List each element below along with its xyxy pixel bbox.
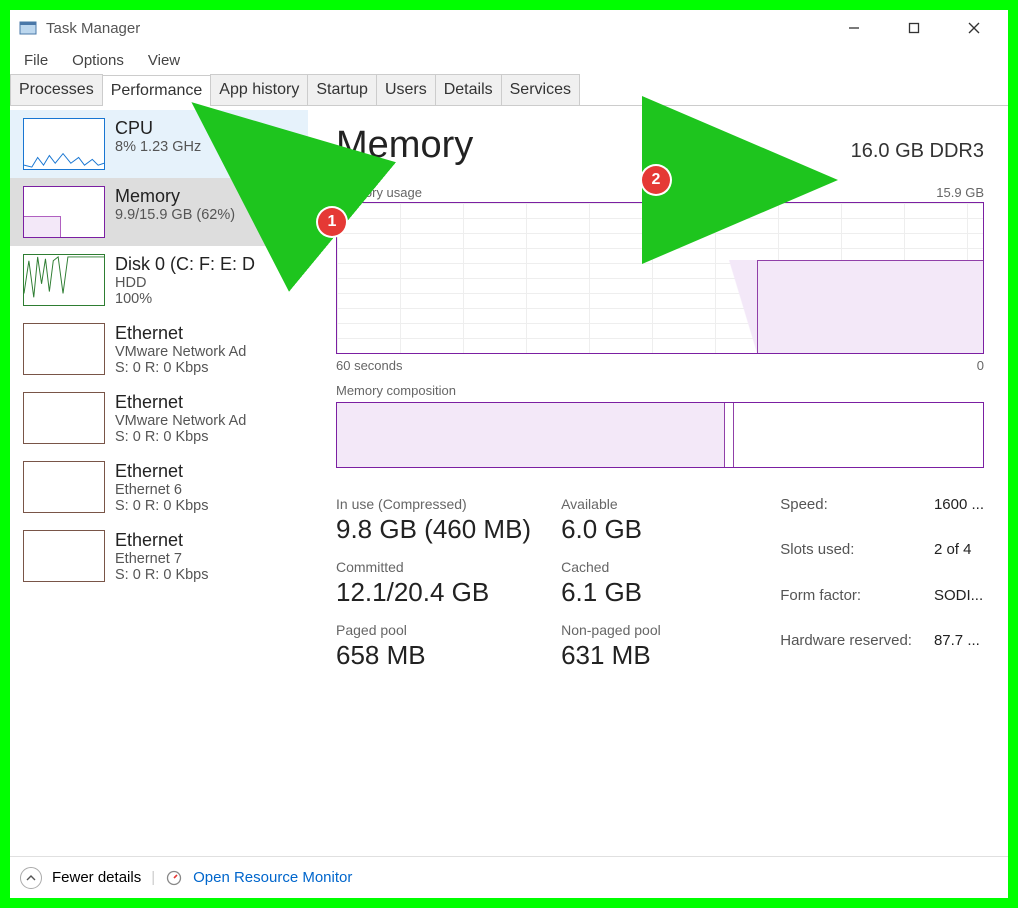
sidebar-item-detail2: S: 0 R: 0 Kbps	[115, 429, 246, 445]
sidebar-item-label: Ethernet	[115, 323, 246, 344]
resource-monitor-icon	[165, 869, 183, 887]
tab-app-history[interactable]: App history	[210, 74, 308, 105]
memory-capacity: 16.0 GB DDR3	[851, 140, 984, 163]
speed-label: Speed:	[780, 496, 912, 535]
sidebar-item-cpu[interactable]: CPU 8% 1.23 GHz	[10, 110, 308, 178]
tab-performance[interactable]: Performance	[102, 75, 212, 106]
committed-value: 12.1/20.4 GB	[336, 577, 531, 608]
cached-value: 6.1 GB	[561, 577, 661, 608]
committed-label: Committed	[336, 559, 531, 575]
available-label: Available	[561, 496, 661, 512]
chevron-up-icon[interactable]	[20, 867, 42, 889]
close-button[interactable]	[944, 10, 1004, 46]
nonpaged-label: Non-paged pool	[561, 622, 661, 638]
sidebar-item-disk[interactable]: Disk 0 (C: F: E: D HDD 100%	[10, 246, 308, 315]
xaxis-right: 0	[977, 358, 984, 373]
ethernet-thumbnail	[23, 530, 105, 582]
memory-thumbnail	[23, 186, 105, 238]
sidebar-item-ethernet-3[interactable]: Ethernet Ethernet 6 S: 0 R: 0 Kbps	[10, 453, 308, 522]
minimize-button[interactable]	[824, 10, 884, 46]
ethernet-thumbnail	[23, 323, 105, 375]
titlebar: Task Manager	[10, 10, 1008, 46]
in-use-label: In use (Compressed)	[336, 496, 531, 512]
hwres-value: 87.7 ...	[934, 632, 984, 671]
cpu-thumbnail	[23, 118, 105, 170]
sidebar-item-label: Ethernet	[115, 530, 209, 551]
sidebar-item-memory[interactable]: Memory 9.9/15.9 GB (62%)	[10, 178, 308, 246]
composition-label: Memory composition	[336, 383, 456, 398]
sidebar[interactable]: CPU 8% 1.23 GHz Memory 9.9/15.9 GB (62%)…	[10, 106, 308, 856]
app-icon	[18, 18, 38, 38]
sidebar-item-label: Disk 0 (C: F: E: D	[115, 254, 255, 275]
sidebar-item-label: Ethernet	[115, 461, 209, 482]
memory-composition-bar	[336, 402, 984, 468]
menubar: File Options View	[10, 46, 1008, 74]
open-resource-monitor-link[interactable]: Open Resource Monitor	[193, 869, 352, 886]
tab-details[interactable]: Details	[435, 74, 502, 105]
ethernet-thumbnail	[23, 461, 105, 513]
page-title: Memory	[336, 124, 473, 167]
form-label: Form factor:	[780, 587, 912, 626]
hwres-label: Hardware reserved:	[780, 632, 912, 671]
disk-thumbnail	[23, 254, 105, 306]
ethernet-thumbnail	[23, 392, 105, 444]
hardware-stats: Speed: 1600 ... Slots used: 2 of 4 Form …	[780, 496, 984, 671]
xaxis-left: 60 seconds	[336, 358, 403, 373]
slots-value: 2 of 4	[934, 541, 984, 580]
paged-value: 658 MB	[336, 640, 531, 671]
sidebar-item-ethernet-1[interactable]: Ethernet VMware Network Ad S: 0 R: 0 Kbp…	[10, 315, 308, 384]
sidebar-item-ethernet-4[interactable]: Ethernet Ethernet 7 S: 0 R: 0 Kbps	[10, 522, 308, 591]
maximize-button[interactable]	[884, 10, 944, 46]
main-panel: Memory 16.0 GB DDR3 Memory usage 15.9 GB…	[308, 106, 1008, 856]
composition-available	[734, 403, 983, 467]
sidebar-item-detail: VMware Network Ad	[115, 344, 246, 360]
composition-in-use	[337, 403, 725, 467]
speed-value: 1600 ...	[934, 496, 984, 535]
sidebar-item-detail: 9.9/15.9 GB (62%)	[115, 207, 235, 223]
sidebar-item-detail: HDD	[115, 275, 255, 291]
fewer-details-link[interactable]: Fewer details	[52, 869, 141, 886]
content: CPU 8% 1.23 GHz Memory 9.9/15.9 GB (62%)…	[10, 106, 1008, 856]
sidebar-item-detail2: S: 0 R: 0 Kbps	[115, 360, 246, 376]
composition-modified	[725, 403, 735, 467]
sidebar-item-detail2: 100%	[115, 291, 255, 307]
window-title: Task Manager	[46, 20, 140, 37]
tab-startup[interactable]: Startup	[307, 74, 377, 105]
sidebar-item-ethernet-2[interactable]: Ethernet VMware Network Ad S: 0 R: 0 Kbp…	[10, 384, 308, 453]
menu-file[interactable]: File	[18, 50, 54, 71]
usage-graph-max: 15.9 GB	[936, 185, 984, 200]
task-manager-window: Task Manager File Options View Processes…	[10, 10, 1008, 898]
nonpaged-value: 631 MB	[561, 640, 661, 671]
tab-processes[interactable]: Processes	[10, 74, 103, 105]
sidebar-item-detail2: S: 0 R: 0 Kbps	[115, 498, 209, 514]
window-buttons	[824, 10, 1004, 46]
sidebar-item-label: CPU	[115, 118, 201, 139]
slots-label: Slots used:	[780, 541, 912, 580]
tab-services[interactable]: Services	[501, 74, 580, 105]
sidebar-item-label: Ethernet	[115, 392, 246, 413]
available-value: 6.0 GB	[561, 514, 661, 545]
footer: Fewer details | Open Resource Monitor	[10, 856, 1008, 898]
sidebar-item-detail: VMware Network Ad	[115, 413, 246, 429]
sidebar-item-detail: Ethernet 6	[115, 482, 209, 498]
sidebar-item-detail: Ethernet 7	[115, 551, 209, 567]
form-value: SODI...	[934, 587, 984, 626]
paged-label: Paged pool	[336, 622, 531, 638]
cached-label: Cached	[561, 559, 661, 575]
sidebar-item-detail2: S: 0 R: 0 Kbps	[115, 567, 209, 583]
memory-usage-graph	[336, 202, 984, 354]
tabs: Processes Performance App history Startu…	[10, 74, 1008, 106]
tab-users[interactable]: Users	[376, 74, 436, 105]
sidebar-item-label: Memory	[115, 186, 235, 207]
menu-options[interactable]: Options	[66, 50, 130, 71]
separator: |	[151, 869, 155, 886]
sidebar-item-detail: 8% 1.23 GHz	[115, 139, 201, 155]
in-use-value: 9.8 GB (460 MB)	[336, 514, 531, 545]
menu-view[interactable]: View	[142, 50, 186, 71]
usage-graph-label: Memory usage	[336, 185, 422, 200]
